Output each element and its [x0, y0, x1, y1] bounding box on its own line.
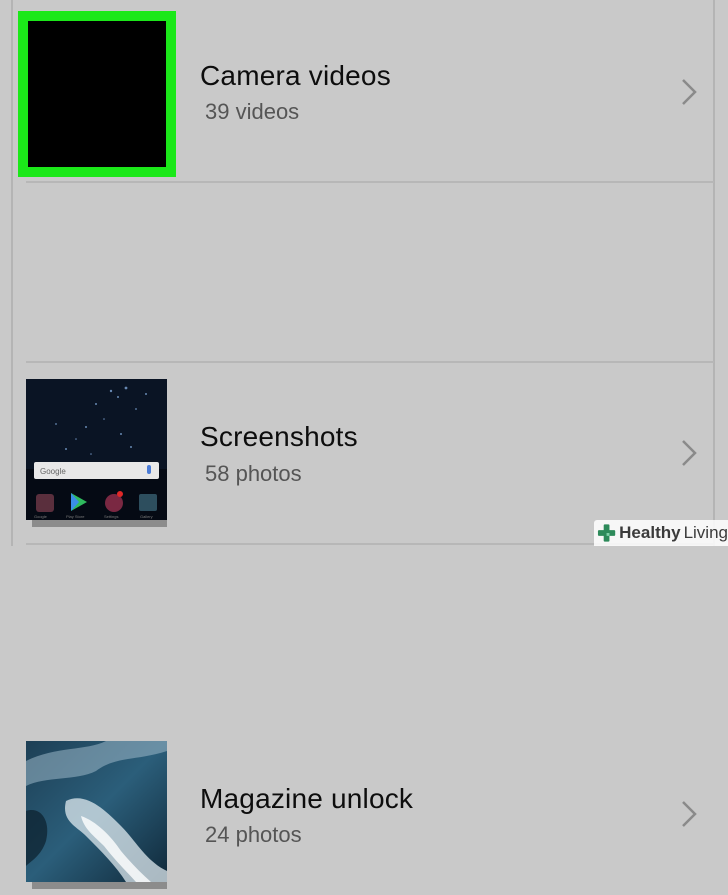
ocean-wave-image [26, 741, 167, 889]
plus-cross-icon [597, 524, 616, 542]
album-count: 24 photos [205, 822, 302, 847]
album-row-camera-videos[interactable]: Camera videos 39 videos [0, 0, 728, 181]
album-count: 39 videos [205, 99, 300, 124]
highlighted-thumbnail [18, 11, 176, 177]
album-list: Camera videos 39 videos Google Google Pl… [0, 0, 728, 889]
album-title: Camera videos [200, 60, 391, 91]
watermark: Healthy Living [594, 520, 728, 546]
album-thumbnail-camera-videos[interactable] [18, 11, 176, 177]
chevron-right-icon[interactable] [680, 800, 698, 828]
album-row-magazine-unlock[interactable]: Magazine unlock 24 photos [0, 362, 728, 889]
album-title: Magazine unlock [200, 783, 414, 814]
album-thumbnail-magazine-unlock[interactable] [26, 741, 167, 889]
watermark-text-bold: Healthy [619, 523, 681, 542]
chevron-right-icon[interactable] [680, 78, 698, 106]
watermark-text-light: Living [683, 523, 728, 542]
album-row-screenshots[interactable]: Google Google Play Store Settings Galler… [0, 181, 728, 527]
